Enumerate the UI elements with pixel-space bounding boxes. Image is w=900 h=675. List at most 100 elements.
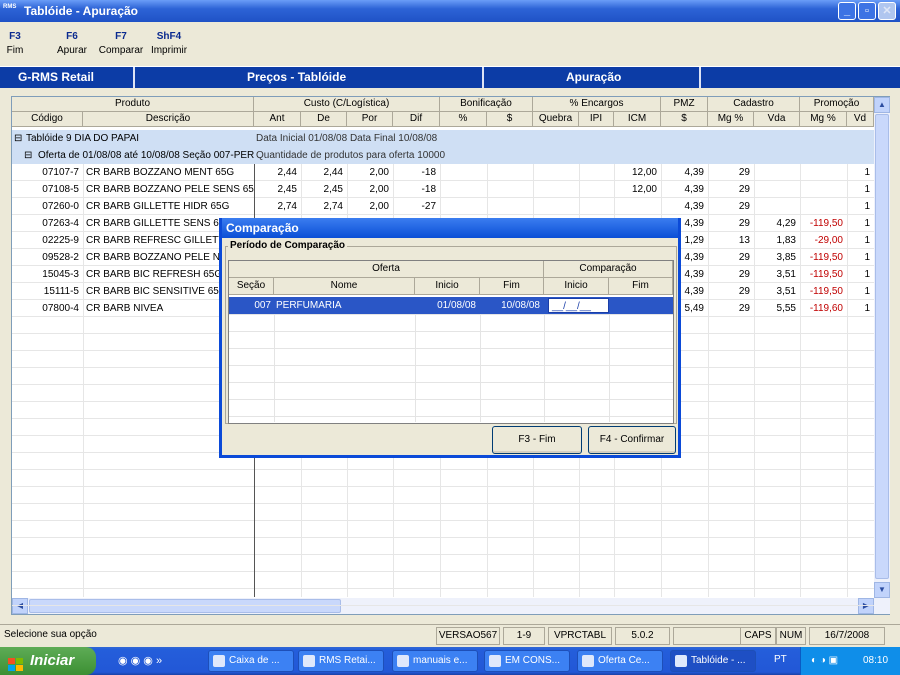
minimize-button[interactable]: _	[838, 2, 856, 20]
col-quebra[interactable]: Quebra	[533, 112, 579, 127]
status-bar: Selecione sua opção VERSAO567 1-9 VPRCTA…	[0, 624, 900, 646]
toolbar-imprimir-button[interactable]: ShF4 Imprimir	[150, 31, 188, 56]
cell-descricao: CR BARB BOZZANO PELE SENS 65G	[86, 184, 254, 195]
col-secao[interactable]: Seção	[229, 278, 274, 295]
taskbar-item-tabloide[interactable]: Tablóide - ...	[670, 650, 756, 672]
word-icon	[489, 655, 501, 667]
header-divider	[133, 67, 135, 88]
fim-button[interactable]: F3 - Fim	[492, 426, 582, 454]
scroll-right-icon[interactable]: ▶	[858, 598, 874, 614]
col-icm[interactable]: ICM	[614, 112, 661, 127]
confirmar-button[interactable]: F4 - Confirmar	[588, 426, 676, 454]
col-cad-mg[interactable]: Mg %	[708, 112, 754, 127]
scroll-left-icon[interactable]: ◀	[12, 598, 28, 614]
col-codigo[interactable]: Código	[12, 112, 83, 127]
grid-row-line	[12, 537, 874, 538]
fkey-action: Apurar	[56, 45, 87, 56]
col-dif[interactable]: Dif	[393, 112, 440, 127]
tabloide-label: Tablóide 9 DIA DO PAPAI	[26, 133, 140, 144]
cell-cad-mg: 29	[738, 167, 750, 178]
vertical-scrollbar[interactable]: ▲ ▼	[874, 97, 890, 614]
col-nome[interactable]: Nome	[274, 278, 415, 295]
taskbar-item-manuais[interactable]: manuais e...	[392, 650, 478, 672]
dialog-row-line	[229, 416, 673, 417]
oferta-row[interactable]: ⊟ Oferta de 01/08/08 até 10/08/08 Seção …	[12, 147, 874, 164]
window-title: Tablóide - Apuração	[24, 4, 139, 18]
toolbar-apurar-button[interactable]: F6 Apurar	[54, 31, 90, 56]
dialog-row-line	[229, 314, 673, 315]
tabloide-dates: Data Inicial 01/08/08 Data Final 10/08/0…	[256, 133, 438, 144]
col-bon-val[interactable]: $	[487, 112, 533, 127]
scroll-thumb[interactable]	[875, 114, 889, 579]
cell-pmz: 4,39	[684, 167, 704, 178]
col-descricao[interactable]: Descrição	[83, 112, 254, 127]
cell-codigo: 07800-4	[42, 303, 79, 314]
cell-promo-mg: -119,50	[809, 269, 843, 280]
dialog-title[interactable]: Comparação	[222, 218, 678, 238]
group-oferta: Oferta	[229, 261, 544, 278]
cell-ant: 2,44	[277, 167, 297, 178]
col-ant[interactable]: Ant	[254, 112, 301, 127]
row-inicio: 01/08/08	[437, 300, 476, 311]
grid-row-line	[12, 571, 874, 572]
col-ipi[interactable]: IPI	[579, 112, 614, 127]
tray-icons[interactable]: ◐ ◑ ▣	[811, 647, 838, 675]
cell-cad-mg: 29	[738, 269, 750, 280]
col-pmz[interactable]: $	[661, 112, 708, 127]
app-logo: RMS	[3, 4, 17, 10]
table-row[interactable]: 07107-7 CR BARB BOZZANO MENT 65G 2,44 2,44 2…	[12, 164, 874, 181]
taskbar-item-emcons[interactable]: EM CONS...	[484, 650, 570, 672]
fkey-action: Imprimir	[150, 45, 188, 56]
grid-column-line	[708, 164, 709, 597]
collapse-icon[interactable]: ⊟	[14, 130, 22, 147]
cell-cad-mg: 29	[738, 201, 750, 212]
quick-launch-icons[interactable]: ◉ ◉ ◉ »	[118, 654, 162, 667]
scroll-thumb-horizontal[interactable]	[29, 599, 341, 613]
mail-icon	[213, 655, 225, 667]
collapse-icon[interactable]: ⊟	[24, 147, 32, 164]
grid-row-line	[12, 469, 874, 470]
comparacao-grid[interactable]: Oferta Comparação Seção Nome Inicio Fim …	[228, 260, 674, 424]
taskbar-item-oferta[interactable]: Oferta Ce...	[577, 650, 663, 672]
col-comp-inicio[interactable]: Inicio	[544, 278, 609, 295]
cell-cad-mg: 29	[738, 286, 750, 297]
fkey-label: F3	[9, 31, 21, 42]
taskbar-item-rms[interactable]: RMS Retai...	[298, 650, 384, 672]
col-cad-vda[interactable]: Vda	[754, 112, 800, 127]
col-promo-mg[interactable]: Mg %	[800, 112, 847, 127]
toolbar-comparar-button[interactable]: F7 Comparar	[98, 31, 144, 56]
cell-codigo: 15111-5	[43, 286, 79, 297]
fkey-label: F7	[115, 31, 127, 42]
taskbar-item-caixa[interactable]: Caixa de ...	[208, 650, 294, 672]
toolbar-fim-button[interactable]: F3 Fim	[4, 31, 26, 56]
folder-icon	[397, 655, 409, 667]
word-icon	[582, 655, 594, 667]
scroll-up-icon[interactable]: ▲	[874, 97, 890, 113]
dialog-column-line	[415, 314, 416, 422]
cell-cad-vda: 1,83	[776, 235, 796, 246]
col-por[interactable]: Por	[347, 112, 393, 127]
col-comp-fim[interactable]: Fim	[609, 278, 673, 295]
col-de[interactable]: De	[301, 112, 347, 127]
cell-promo-vd: 1	[864, 167, 870, 178]
window-title-bar[interactable]: RMS Tablóide - Apuração _ ▫ ✕	[0, 0, 900, 22]
close-button[interactable]: ✕	[878, 2, 896, 20]
screen-label: Apuração	[566, 70, 622, 84]
comparison-start-input[interactable]: __/__/__	[548, 298, 609, 313]
col-fim[interactable]: Fim	[480, 278, 544, 295]
language-indicator[interactable]: PT	[774, 654, 787, 665]
tabloide-row[interactable]: ⊟ Tablóide 9 DIA DO PAPAI Data Inicial 0…	[12, 130, 874, 147]
table-row[interactable]: 007 PERFUMARIA 01/08/08 10/08/08 __/__/_…	[229, 297, 673, 314]
fkey-action: Comparar	[98, 45, 144, 56]
start-button[interactable]: Iniciar	[0, 647, 96, 675]
col-inicio[interactable]: Inicio	[415, 278, 480, 295]
horizontal-scrollbar[interactable]: ◀ ▶	[12, 598, 874, 614]
col-bon-pct[interactable]: %	[440, 112, 487, 127]
maximize-button[interactable]: ▫	[858, 2, 876, 20]
scroll-down-icon[interactable]: ▼	[874, 582, 890, 598]
cell-promo-mg: -119,60	[809, 303, 843, 314]
table-row[interactable]: 07108-5 CR BARB BOZZANO PELE SENS 65G 2,45…	[12, 181, 874, 198]
col-promo-vd[interactable]: Vd	[847, 112, 874, 127]
table-row[interactable]: 07260-0 CR BARB GILLETTE HIDR 65G 2,74 2,74…	[12, 198, 874, 215]
cell-ant: 2,45	[277, 184, 297, 195]
